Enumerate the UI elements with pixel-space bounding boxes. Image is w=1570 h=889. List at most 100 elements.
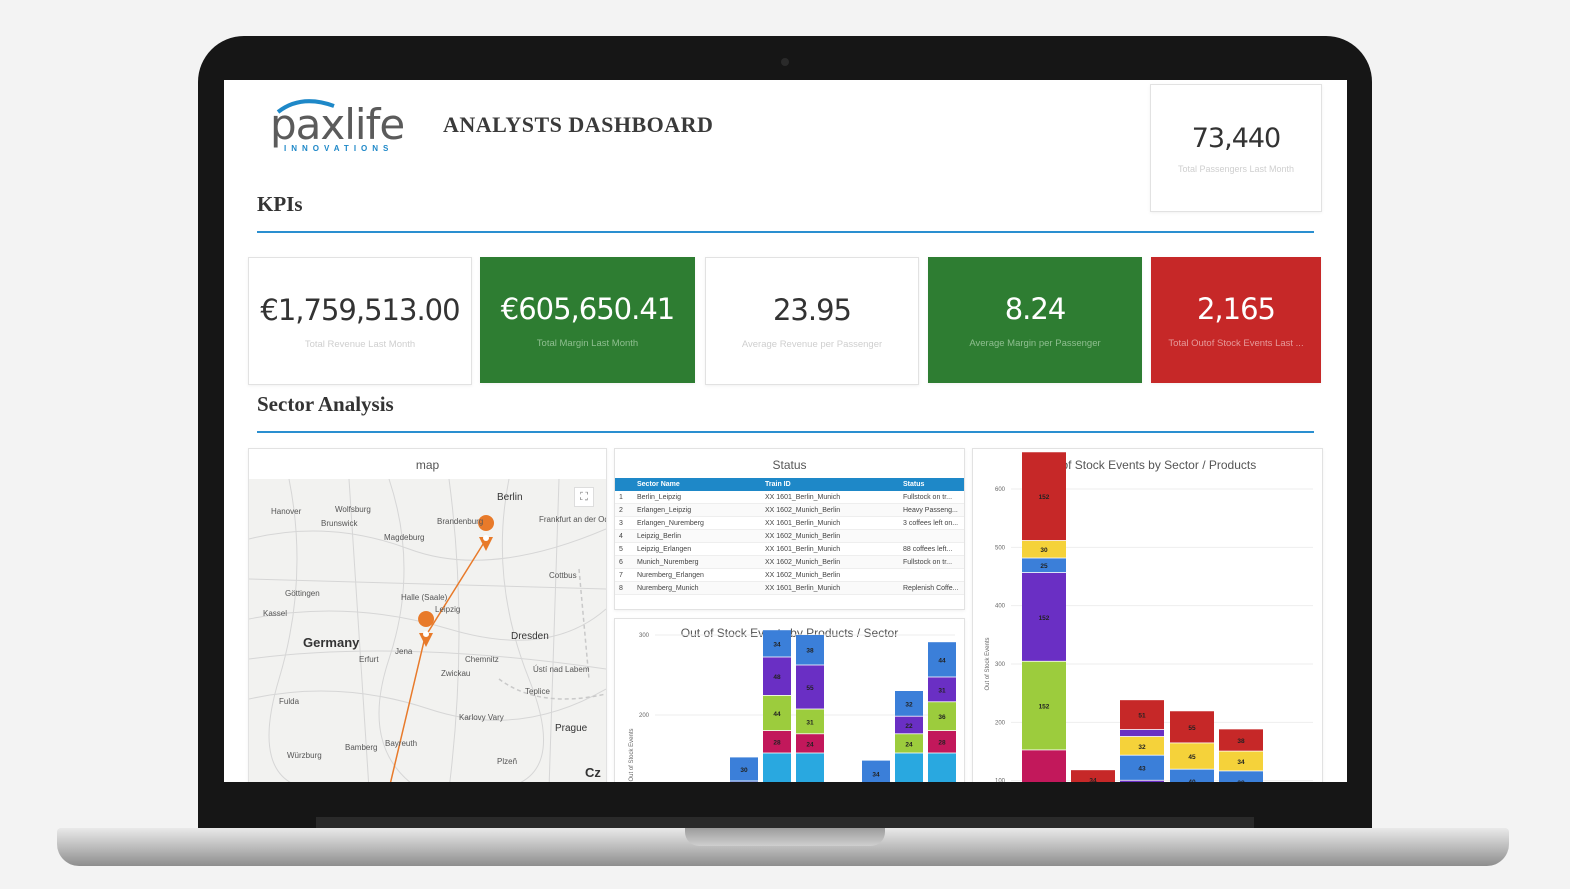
bar-segment[interactable] [1022, 750, 1066, 782]
bar-segment[interactable] [796, 753, 824, 782]
table-cell: Leipzig_Berlin [633, 529, 761, 543]
table-cell: Nuremberg_Erlangen [633, 568, 761, 582]
table-cell: 6 [615, 555, 633, 569]
bar-data-label: 28 [773, 740, 781, 747]
bar-data-label: 55 [806, 685, 814, 692]
kpi-total-revenue: €1,759,513.00 Total Revenue Last Month [248, 257, 472, 385]
table-row[interactable]: 6 Munich_Nuremberg XX 1602_Munich_Berlin Fu… [615, 555, 964, 569]
sector-products-chart: 600 500 400 300 200 100 Out of Stock Events 152… [985, 452, 1313, 782]
dashboard-screen: paxlife INNOVATIONS ANALYSTS DASHBOARD 7… [224, 80, 1347, 782]
chart-panel-sector-products: Out of Stock Events by Sector / Products… [972, 448, 1323, 782]
kpi-value: €1,759,513.00 [260, 292, 460, 327]
y-axis-label: Out of Stock Events [629, 728, 635, 781]
bar-data-label: 45 [1188, 754, 1196, 761]
kpi-value: 8.24 [1004, 291, 1067, 326]
table-row[interactable]: 2 Erlangen_Leipzig XX 1602_Munich_Berlin He… [615, 503, 964, 517]
table-cell: Erlangen_Leipzig [633, 503, 761, 517]
table-cell: 4 [615, 529, 633, 543]
laptop-notch [685, 828, 885, 846]
section-divider [257, 231, 1314, 233]
fullscreen-icon[interactable]: ⛶ [574, 487, 594, 507]
bar-segment[interactable] [1120, 729, 1164, 737]
table-row[interactable]: 7 Nuremberg_Erlangen XX 1602_Munich_Berlin [615, 568, 964, 582]
table-header-train[interactable]: Train ID [761, 478, 899, 491]
table-cell: 88 coffees left... [899, 542, 964, 556]
table-cell: 3 coffees left on... [899, 516, 964, 530]
bar-data-label: 28 [938, 740, 946, 747]
bar-data-label: 36 [938, 714, 946, 721]
table-row[interactable]: 8 Nuremberg_Munich XX 1601_Berlin_Munich Re… [615, 581, 964, 595]
map-city-label: Leipzig [435, 605, 461, 614]
webcam-icon [781, 58, 789, 66]
table-cell: Berlin_Leipzig [633, 491, 761, 504]
map-city-label: Hanover [271, 507, 302, 516]
map-city-label: Dresden [511, 631, 549, 642]
bar-data-label: 32 [905, 701, 913, 708]
map-city-label: Germany [303, 635, 360, 650]
products-sector-chart: 300200100Out of Stock Events264348301522… [629, 630, 956, 782]
kpi-value: €605,650.41 [500, 291, 675, 326]
table-row[interactable]: 4 Leipzig_Berlin XX 1602_Munich_Berlin [615, 529, 964, 543]
map-pin-icon [418, 611, 435, 647]
kpi-value: 2,165 [1196, 291, 1276, 326]
bar-data-label: 44 [938, 657, 946, 664]
map-city-label: Bamberg [345, 743, 378, 752]
table-header-status[interactable]: Status [899, 478, 964, 491]
bar-data-label: 55 [1188, 725, 1196, 732]
logo-subtext: INNOVATIONS [284, 144, 394, 153]
kpi-label: Total Outof Stock Events Last ... [1168, 337, 1304, 349]
y-tick-label: 300 [639, 633, 650, 639]
bar-data-label: 38 [1237, 738, 1245, 745]
map-city-label: Cz [585, 765, 601, 780]
map-city-label: Karlovy Vary [459, 713, 504, 722]
map-basemap [249, 479, 606, 782]
table-cell: Erlangen_Nuremberg [633, 516, 761, 530]
table-cell: 8 [615, 581, 633, 595]
map-canvas[interactable]: ⛶ Hanover Wolfsburg Brunswick Berlin Branden… [249, 479, 606, 782]
bar-segment[interactable] [763, 753, 791, 782]
map-city-label: Brandenburg [437, 517, 484, 526]
table-cell: Nuremberg_Munich [633, 581, 761, 595]
map-city-label: Wolfsburg [335, 505, 371, 514]
map-panel: map ⛶ Hanover Wolfsburg Brunswick Berlin… [248, 448, 607, 782]
table-cell [899, 568, 964, 582]
section-divider [257, 431, 1314, 433]
table-cell: 3 [615, 516, 633, 530]
table-cell: Munich_Nuremberg [633, 555, 761, 569]
bar-data-label: 51 [1138, 713, 1146, 720]
kpi-value: 73,440 [1191, 122, 1281, 154]
y-tick-label: 400 [995, 604, 1006, 610]
bar-segment[interactable] [730, 781, 758, 782]
bar-data-label: 32 [1138, 744, 1146, 751]
bar-data-label: 48 [773, 674, 781, 681]
table-row[interactable]: 3 Erlangen_Nuremberg XX 1601_Berlin_Munich… [615, 516, 964, 530]
y-axis-label: Out of Stock Events [985, 637, 991, 690]
table-cell: XX 1602_Munich_Berlin [761, 568, 899, 582]
table-header-sector[interactable]: Sector Name [633, 478, 761, 491]
map-city-label: Erfurt [359, 655, 379, 664]
map-city-label: Würzburg [287, 751, 322, 760]
bar-data-label: 24 [905, 741, 913, 748]
page-title: ANALYSTS DASHBOARD [443, 112, 714, 137]
map-city-label: Magdeburg [384, 533, 425, 542]
bar-data-label: 44 [773, 711, 781, 718]
map-city-label: Göttingen [285, 589, 320, 598]
bar-data-label: 25 [1040, 563, 1048, 570]
bar-data-label: 152 [1039, 494, 1050, 501]
bar-data-label: 34 [1237, 759, 1245, 766]
map-city-label: Berlin [497, 492, 523, 503]
table-row[interactable]: 5 Leipzig_Erlangen XX 1601_Berlin_Munich 88… [615, 542, 964, 556]
table-row[interactable]: 1 Berlin_Leipzig XX 1601_Berlin_Munich Full… [615, 491, 964, 504]
table-cell: Fullstock on tr... [899, 555, 964, 569]
bar-data-label: 152 [1039, 615, 1050, 622]
logo-text: paxlife [270, 100, 405, 149]
table-cell: Replenish Coffe... [899, 581, 964, 595]
bar-segment[interactable] [1120, 780, 1164, 782]
bar-data-label: 34 [773, 641, 781, 648]
bar-segment[interactable] [928, 753, 956, 782]
table-cell: XX 1602_Munich_Berlin [761, 555, 899, 569]
bar-data-label: 40 [1188, 779, 1196, 782]
bar-segment[interactable] [895, 753, 923, 782]
map-city-label: Ústí nad Labem [533, 665, 590, 674]
bar-data-label: 34 [872, 772, 880, 779]
